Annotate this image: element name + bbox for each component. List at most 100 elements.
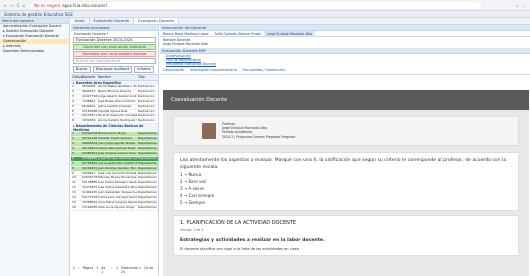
address-bar[interactable]: No es seguro apps.fcia.edu.co/ucecl [31,1,482,9]
table-cell: 5 [72,104,74,108]
table-cell: 52041578 [82,176,97,180]
table-cell: Nubia Moreira Riveros [98,89,132,93]
pager: |‹ ‹ Página 1 de 1 › ›| Mostrando 1 - 24… [73,266,158,274]
table-cell: 1 [72,132,74,136]
table-cell: Dedicación [138,89,155,93]
link-coevaluacion[interactable]: Coevaluación [163,68,184,72]
col-header[interactable]: Nombre [97,75,137,80]
page-of: de 1 [101,266,106,274]
search-button[interactable]: Buscar [73,66,91,73]
table-cell: Departamento [138,166,157,170]
table-cell: 52128885 [82,181,97,185]
first-page-button[interactable]: |‹ [73,266,75,274]
table-cell: Departamento [138,186,157,190]
table-cell: Claudia Oyuna Díaz [98,109,128,113]
table-cell: 4 [72,99,74,103]
audit-button[interactable]: Descargar Auditoría [92,66,133,73]
not-evaluable-button[interactable]: Docentes que no la pueden evaluar [73,51,156,57]
table-cell: Jorge Alberto Suárez Andrés [98,94,137,98]
table-cell: 32145627 [82,146,97,150]
scale-option: 1 → Nunca [180,172,202,177]
forward-icon[interactable]: → [10,3,13,8]
period-select[interactable]: Evaluación Docente 2024-2024 [73,37,156,43]
coevaluation-document: Coevaluación Docente Profesor Jorge Enri… [163,90,529,276]
pager-status: Mostrando 1 - 24 de 24 [120,266,154,274]
tab-inicio[interactable]: Inicio [71,18,90,24]
scale-option: 5 → Siempre [180,200,206,205]
table-cell: Departamento [138,205,157,209]
table-cell: 11 [72,181,76,185]
table-cell: 10 [72,176,76,180]
next-page-button[interactable]: › [111,266,112,274]
table-cell: 1 [72,85,74,88]
table-cell: 52761240 [82,137,97,141]
search-input[interactable]: Buscar por nombre/ficha [73,58,156,64]
tab-evaluacion[interactable]: Evaluación Docente [90,18,135,24]
page-number[interactable]: 1 [96,266,98,274]
table-cell: 3 [72,142,74,146]
table-cell: 4500008 [82,85,96,88]
evaluated-button[interactable]: Docentes con evaluación realizada [73,44,156,50]
main-tabs: Inicio Evaluación Docente Evaluación Doc… [71,18,530,25]
link-documentos[interactable]: Documentos / Información [243,68,285,72]
grid-header: Cédula Docente Nombre Tipo [71,74,158,81]
scale-option: 4 → Casi siempre [180,193,215,198]
question-item[interactable]: El docente planifica con rigor a la falt… [180,247,512,251]
group1-rows: 1 4500008 Gloria Mabel Galdeano Toro Dedica… [71,85,158,125]
table-cell: 17164085 [82,205,97,209]
reload-icon[interactable]: C [17,3,20,8]
col-header[interactable]: Cédula [71,75,83,80]
table-cell: Luis Carlos Penagos Sanders [98,181,137,185]
col-header[interactable]: Docente [81,75,97,80]
link-info-complementaria[interactable]: Información complementaria [190,68,236,72]
table-cell: 7 [72,161,74,165]
table-cell: Departamento [138,137,157,141]
prev-page-button[interactable]: ‹ [78,266,79,274]
table-cell: Departamento [138,176,157,180]
instructions-text: Lea atentamente los aspectos a evaluar. … [180,158,507,170]
browser-extensions: ☆ ⋮ [515,3,530,8]
table-cell: Dedicación [138,104,155,108]
section-subtitle: Sección 1 de 3 [180,228,204,232]
period-label: Evaluación Docente * [74,32,109,36]
table-cell: Dedicación [138,99,155,103]
tree-item[interactable]: Docentes Seleccionados [0,49,69,54]
table-cell: 2 [72,89,74,93]
table-cell: 7 [72,114,74,118]
back-icon[interactable]: ← [4,3,7,8]
table-cell: José Vicente Gómez Soler [98,151,137,155]
table-cell: 1020817 [82,171,96,175]
table-cell: 9 [72,171,74,175]
table-row[interactable]: 16 17164085 Alba Lucía Aguilar Ángel Depart… [71,206,158,211]
docente-tab[interactable]: Blanca Rocío Montoya Lopez [160,31,212,36]
table-cell: Alba Lucía Aguilar Ángel [98,205,135,209]
col-header[interactable]: Tipo [137,75,157,80]
table-cell: Departamento [138,171,157,175]
table-cell: Aura María Vergara Tapias [98,200,137,204]
table-cell: 1032009 [82,119,96,123]
table-cell: 6 [72,156,74,160]
table-cell: Departamento [138,142,157,146]
docente-tab[interactable]: Sofía Gallardo Gallone Pinzón [212,31,265,36]
table-cell: Departamento [138,200,157,204]
table-cell: 7048823 [82,99,96,103]
group-header[interactable]: ▸ Departamento de Ciencias Básicas de Me… [71,124,158,133]
tab-evaluacion-active[interactable]: Evaluación Docente [134,18,179,24]
table-cell: Departamento [138,196,157,200]
report-button[interactable]: Informe [134,66,154,73]
last-page-button[interactable]: ›| [116,266,118,274]
table-cell: 52183486 [82,109,97,113]
browser-nav: ← → C ⌂ [0,3,25,8]
table-cell: Departamento [138,161,157,165]
menu-icon[interactable]: ⋮ [522,3,526,8]
table-cell: Dedicación [138,114,155,118]
table-cell: 12 [72,186,76,190]
group2-rows: 1 52290138Blanca Rocío Borja Departamento 2… [71,132,158,211]
table-cell: 19473901 [82,186,97,190]
home-icon[interactable]: ⌂ [23,3,26,8]
bookmark-icon[interactable]: ☆ [515,3,519,8]
docente-tab-active[interactable]: Jorge Enrique Machado Alba [264,31,316,36]
table-cell: 52763450 [82,161,97,165]
table-cell: Blanca Rocío Borja [98,132,126,136]
instructions-card: Lea atentamente los aspectos a evaluar. … [173,152,519,211]
